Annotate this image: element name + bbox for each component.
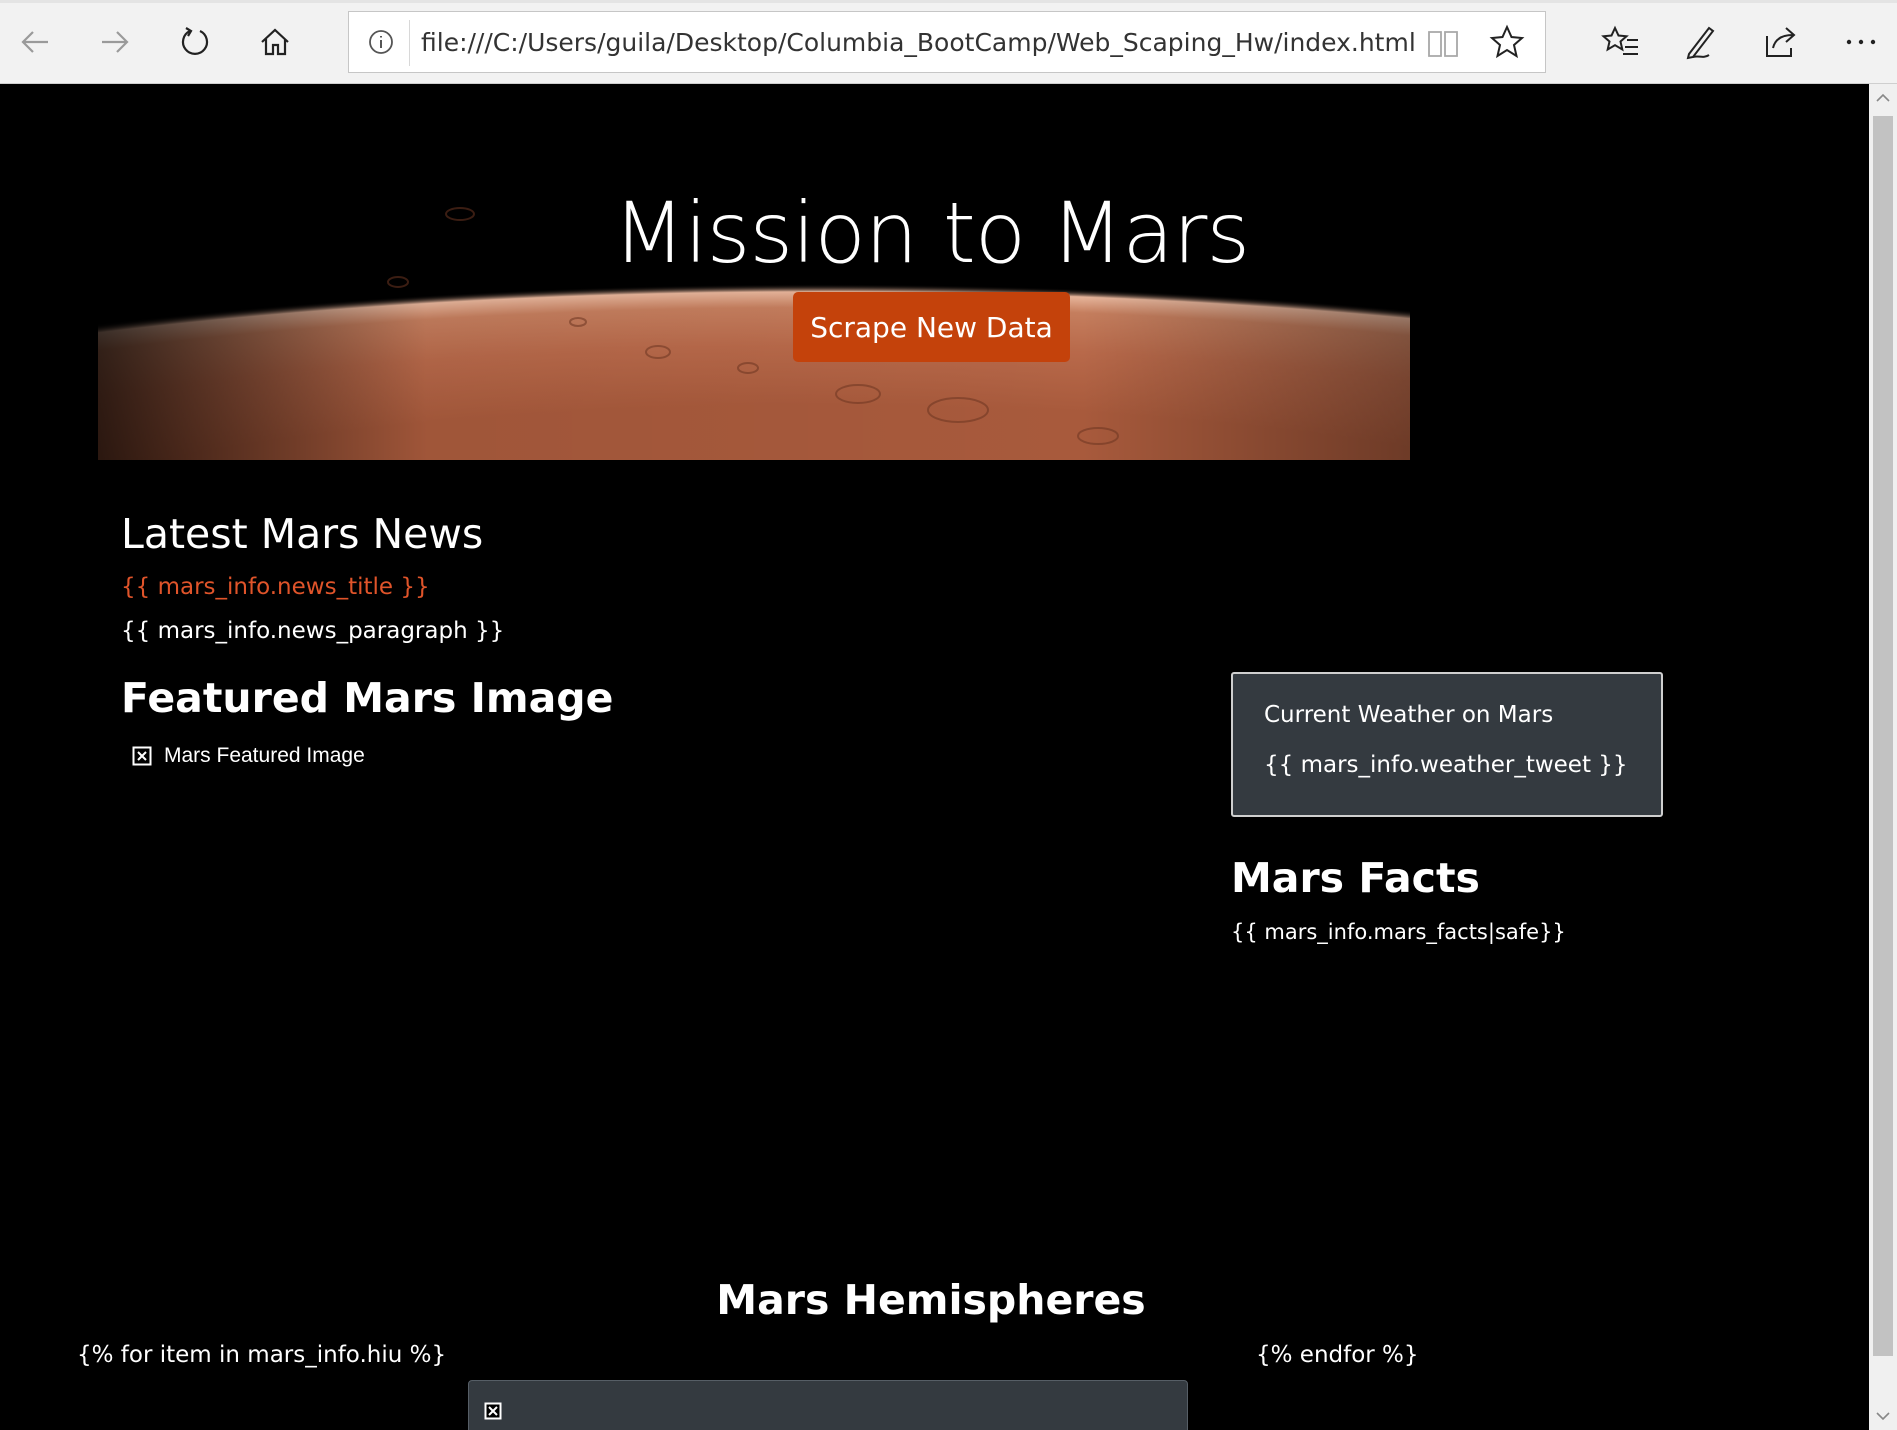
broken-image-icon: [132, 746, 152, 766]
news-heading: Latest Mars News: [121, 510, 484, 558]
page-title: Mission to Mars: [612, 184, 1250, 282]
address-separator: [409, 20, 410, 66]
info-icon[interactable]: [365, 26, 397, 58]
featured-image-heading: Featured Mars Image: [121, 674, 614, 722]
scroll-up-button[interactable]: [1869, 84, 1897, 112]
reading-view-icon[interactable]: [1425, 25, 1461, 61]
refresh-button[interactable]: [167, 14, 223, 70]
chevron-down-icon: [1876, 1412, 1890, 1421]
featured-image-alt-text: Mars Featured Image: [164, 744, 365, 767]
share-button[interactable]: [1761, 22, 1801, 62]
chevron-up-icon: [1876, 93, 1890, 102]
forward-button[interactable]: [87, 14, 143, 70]
news-paragraph: {{ mars_info.news_paragraph }}: [121, 618, 505, 644]
share-icon: [1766, 27, 1796, 57]
weather-title: Current Weather on Mars: [1264, 702, 1554, 728]
scroll-down-button[interactable]: [1869, 1402, 1897, 1430]
favorites-list-icon: [1601, 25, 1638, 55]
hemispheres-heading: Mars Hemispheres: [716, 1276, 1146, 1324]
browser-toolbar: file:///C:/Users/guila/Desktop/Columbia_…: [0, 0, 1897, 84]
hemisphere-card: [468, 1380, 1188, 1430]
url-text[interactable]: file:///C:/Users/guila/Desktop/Columbia_…: [421, 26, 1416, 60]
home-icon: [261, 28, 289, 56]
forward-icon: [102, 31, 129, 53]
weather-tweet: {{ mars_info.weather_tweet }}: [1264, 752, 1628, 778]
tab-strip: [0, 0, 1897, 3]
broken-image-icon: [484, 1402, 502, 1420]
scrape-new-data-button[interactable]: Scrape New Data: [793, 292, 1070, 362]
hemispheres-for-tag: {% for item in mars_info.hiu %}: [77, 1342, 447, 1368]
featured-image: Mars Featured Image: [132, 744, 365, 768]
refresh-icon: [181, 27, 209, 55]
home-button[interactable]: [247, 14, 303, 70]
scroll-thumb[interactable]: [1873, 116, 1893, 1356]
more-icon: [1846, 39, 1876, 45]
hemispheres-endfor-tag: {% endfor %}: [1256, 1342, 1419, 1368]
weather-card: Current Weather on Mars {{ mars_info.wea…: [1231, 672, 1663, 817]
pen-icon: [1686, 26, 1715, 60]
news-title: {{ mars_info.news_title }}: [121, 574, 430, 600]
back-icon: [21, 31, 48, 53]
web-note-button[interactable]: [1681, 22, 1721, 62]
address-bar[interactable]: file:///C:/Users/guila/Desktop/Columbia_…: [348, 11, 1546, 73]
mars-facts-heading: Mars Facts: [1231, 854, 1480, 902]
page-content: Mission to Mars Scrape New Data Latest M…: [0, 84, 1869, 1430]
favorites-button[interactable]: [1601, 22, 1641, 62]
more-button[interactable]: [1841, 22, 1881, 62]
page-scrollbar[interactable]: [1869, 84, 1897, 1430]
favorite-star-icon[interactable]: [1488, 23, 1526, 61]
back-button[interactable]: [7, 14, 63, 70]
mars-facts-body: {{ mars_info.mars_facts|safe}}: [1231, 920, 1566, 944]
